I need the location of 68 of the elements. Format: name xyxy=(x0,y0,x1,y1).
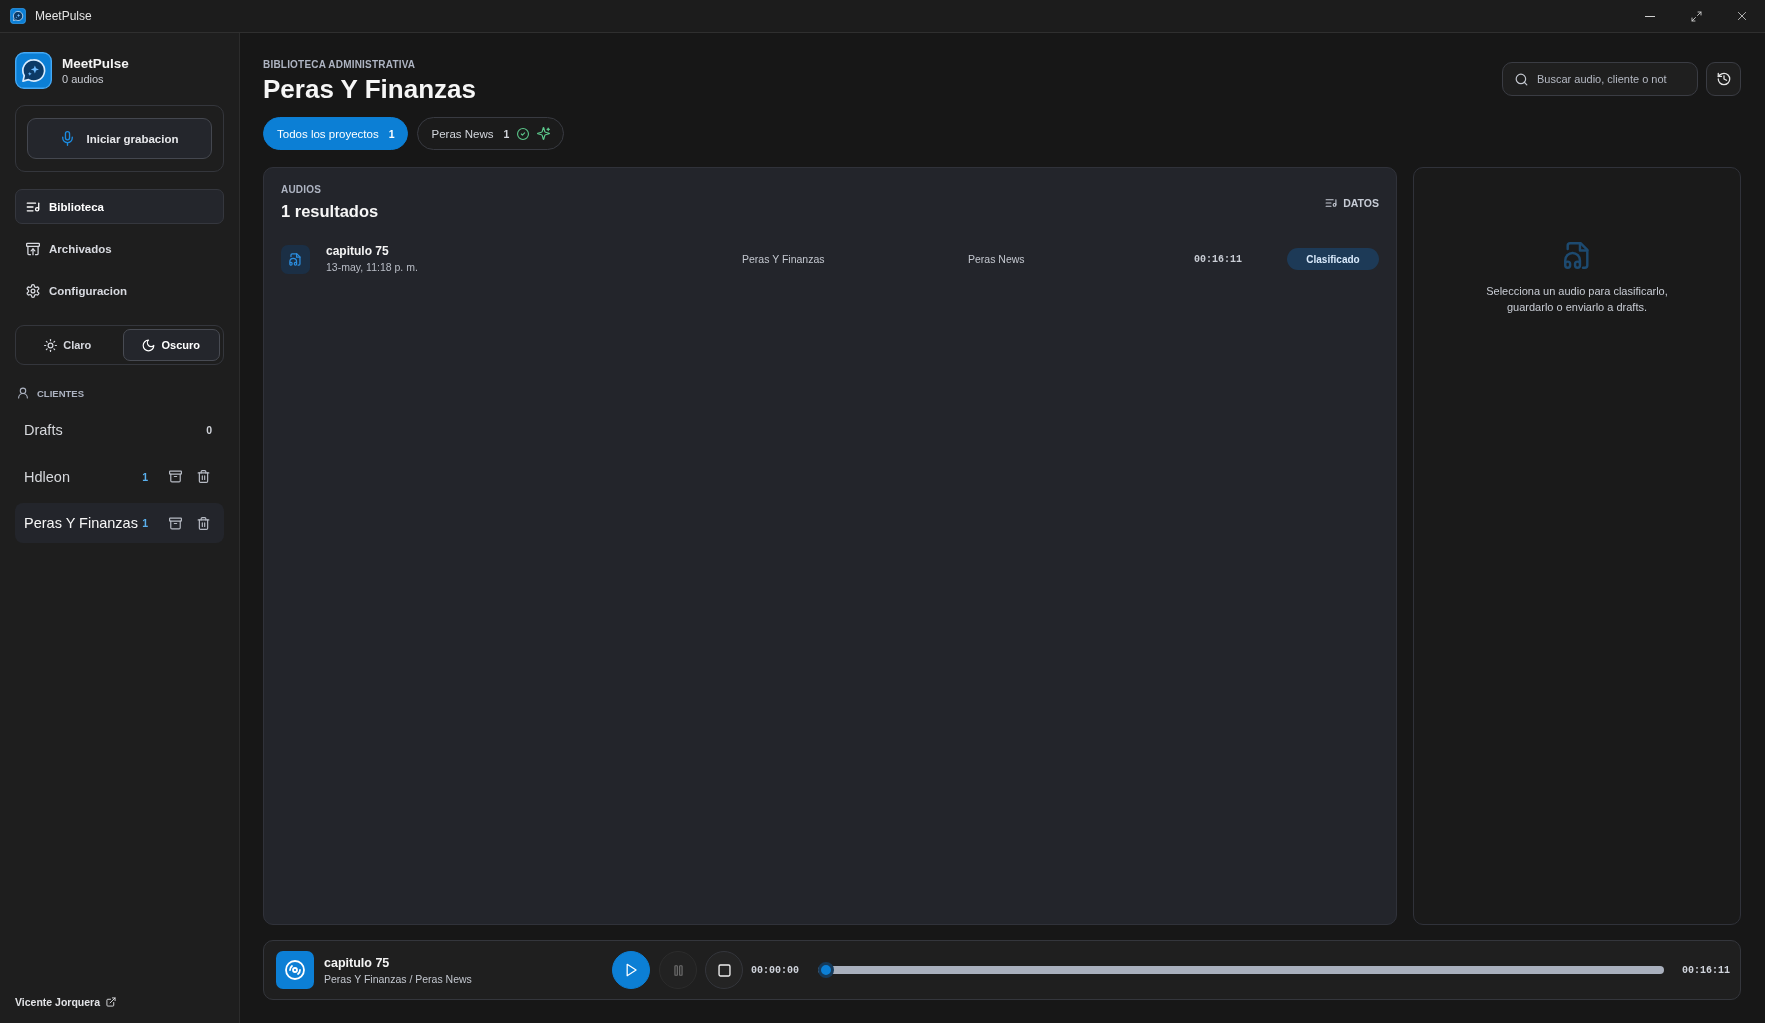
user-link[interactable]: Vicente Jorquera xyxy=(15,996,116,1008)
logo-icon xyxy=(10,8,26,24)
search-icon xyxy=(1515,73,1528,86)
clients-heading: CLIENTES xyxy=(37,387,84,399)
tab-count: 1 xyxy=(388,127,395,140)
stop-button[interactable] xyxy=(705,951,743,989)
list-music-icon xyxy=(1325,197,1338,209)
client-count: 0 xyxy=(206,424,212,436)
microphone-icon xyxy=(60,131,76,146)
client-cell-text: Peras Y Finanzas xyxy=(742,253,826,265)
client-item[interactable]: Hdleon 1 xyxy=(15,456,224,497)
moon-icon xyxy=(142,338,156,352)
nav-item[interactable]: Configuracion xyxy=(15,273,224,308)
project-cell-text: Peras News xyxy=(968,253,1026,265)
filter-tab[interactable]: Peras News 1 xyxy=(417,117,565,150)
gear-icon xyxy=(26,283,40,298)
duration-cell-text: 00:16:11 xyxy=(1194,253,1243,265)
play-button[interactable] xyxy=(612,951,650,989)
sun-icon xyxy=(44,338,58,352)
audio-date: 13-may, 11:18 p. m. xyxy=(326,260,419,275)
stop-icon xyxy=(716,962,732,978)
empty-message: Selecciona un audio para clasificarlo, guardarlo o enviarlo a drafts. xyxy=(1485,284,1669,315)
logo-icon xyxy=(15,52,52,89)
track-title: capitulo 75 xyxy=(324,954,391,972)
audio-title: capitulo 75 xyxy=(326,243,390,260)
check-circle-icon xyxy=(517,127,530,140)
archive-icon[interactable] xyxy=(169,516,182,530)
filter-tab[interactable]: Todos los proyectos 1 xyxy=(263,117,409,150)
page-title: Peras Y Finanzas xyxy=(263,73,477,106)
minimize-icon[interactable] xyxy=(1645,15,1655,17)
client-item[interactable]: Drafts 0 xyxy=(15,410,224,450)
external-link-icon xyxy=(106,997,116,1007)
audio-count: 0 audios xyxy=(62,73,105,85)
history-button[interactable] xyxy=(1706,62,1741,96)
trash-icon[interactable] xyxy=(197,470,210,483)
archive-icon[interactable] xyxy=(169,470,182,483)
nav-item[interactable]: Biblioteca xyxy=(15,189,224,224)
sparkles-icon xyxy=(537,127,551,140)
progress-slider[interactable] xyxy=(818,962,1664,978)
slider-thumb[interactable] xyxy=(818,962,834,978)
audio-file-icon xyxy=(281,244,310,274)
data-button[interactable]: DATOS xyxy=(1325,197,1379,209)
track-subtitle: Peras Y Finanzas / Peras News xyxy=(324,971,472,986)
client-item[interactable]: Peras Y Finanzas 1 xyxy=(15,503,224,543)
user-icon xyxy=(17,387,29,399)
archive-icon xyxy=(26,241,40,256)
tab-count: 1 xyxy=(503,127,510,140)
results-count: 1 resultados xyxy=(281,201,379,222)
page-eyebrow: BIBLIOTECA ADMINISTRATIVA xyxy=(263,58,417,72)
search-field[interactable]: Buscar audio, cliente o not xyxy=(1502,62,1698,96)
record-button[interactable]: Iniciar grabacion xyxy=(27,118,212,159)
close-icon[interactable] xyxy=(1737,11,1747,21)
theme-option[interactable]: Claro xyxy=(19,329,117,361)
elapsed-time: 00:00:00 xyxy=(751,964,799,976)
pause-icon xyxy=(671,963,685,977)
trash-icon[interactable] xyxy=(197,516,210,530)
app-name: MeetPulse xyxy=(62,56,129,71)
play-icon xyxy=(624,963,638,977)
total-time: 00:16:11 xyxy=(1682,964,1730,976)
status-badge: Clasificado xyxy=(1287,248,1379,270)
audio-file-icon xyxy=(1563,242,1591,269)
window-title: MeetPulse xyxy=(35,9,92,23)
client-count: 1 xyxy=(141,469,149,485)
history-icon xyxy=(1716,72,1731,86)
theme-option[interactable]: Oscuro xyxy=(122,329,220,361)
expand-icon[interactable] xyxy=(1690,10,1702,22)
list-eyebrow: AUDIOS xyxy=(281,183,323,197)
nav-item[interactable]: Archivados xyxy=(15,231,224,266)
